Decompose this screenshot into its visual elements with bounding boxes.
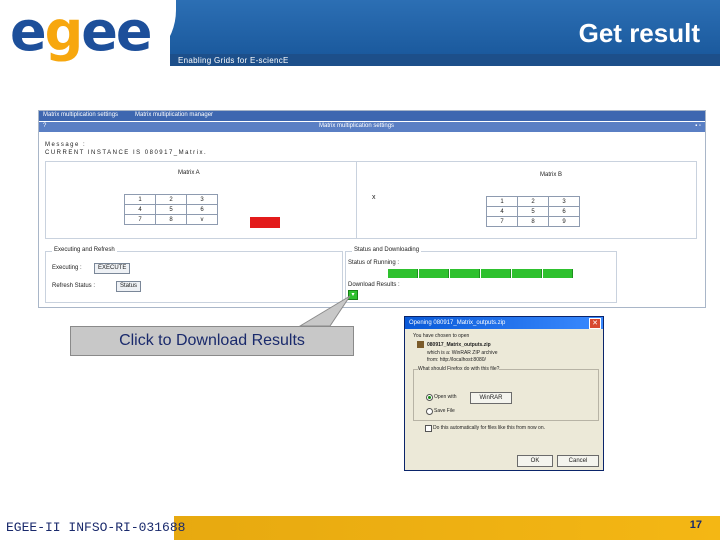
open-with-select[interactable]: WinRAR: [470, 392, 512, 404]
table-row: 1 2 3: [124, 194, 218, 205]
matrix-b-cell[interactable]: 7: [486, 216, 518, 227]
matrix-a-cell[interactable]: 8: [155, 214, 187, 225]
download-icon[interactable]: ▾: [348, 290, 358, 300]
matrix-a-cell[interactable]: 3: [186, 194, 218, 205]
matrix-a-cell[interactable]: 5: [155, 204, 187, 215]
message-label: Message :: [45, 142, 87, 148]
dialog-title-bar: Opening 080917_Matrix_outputs.zip ✕: [405, 317, 603, 329]
matrix-panel: Matrix A Matrix B x 1 2 3 4 5 6 7 8 v 1 …: [45, 161, 697, 239]
table-row: 4 5 6: [124, 204, 218, 215]
status-group: Status and Downloading Status of Running…: [345, 247, 617, 303]
cancel-button[interactable]: Cancel: [557, 455, 599, 467]
table-row: 7 8 9: [486, 216, 580, 227]
auto-checkbox[interactable]: [425, 425, 432, 432]
footer-bar: [174, 516, 720, 540]
tagline: Enabling Grids for E-sciencE: [178, 56, 289, 65]
auto-label: Do this automatically for files like thi…: [433, 425, 545, 431]
matrix-b-cell[interactable]: 1: [486, 196, 518, 207]
error-highlight: [250, 217, 280, 228]
status-progress-bar: [388, 269, 574, 278]
multiply-symbol: x: [372, 194, 376, 201]
app-window-bar: ? Matrix multiplication settings ▪ ▫: [39, 122, 705, 132]
dialog-file-source: from: http://localhost:8080/: [427, 357, 486, 363]
executing-group-title: Executing and Refresh: [52, 247, 117, 253]
progress-segment: [543, 269, 573, 278]
executing-group: Executing and Refresh Executing : EXECUT…: [45, 247, 343, 303]
matrix-b-cell[interactable]: 2: [517, 196, 549, 207]
status-button[interactable]: Status: [116, 281, 142, 292]
tab-settings[interactable]: Matrix multiplication settings: [43, 112, 118, 118]
refresh-label: Refresh Status :: [52, 283, 96, 289]
egee-logo: egee: [0, 0, 176, 70]
matrix-b-cell[interactable]: 5: [517, 206, 549, 217]
matrix-a-cell[interactable]: 6: [186, 204, 218, 215]
slide-header: egee Enabling Grids for E-sciencE Get re…: [0, 0, 720, 70]
panel-divider: [356, 162, 357, 238]
executing-label: Executing :: [52, 265, 82, 271]
open-with-label: Open with: [434, 394, 457, 400]
matrix-a-table: 1 2 3 4 5 6 7 8 v: [124, 194, 218, 225]
open-with-radio[interactable]: [426, 394, 433, 401]
matrix-a-cell[interactable]: 7: [124, 214, 156, 225]
table-row: 4 5 6: [486, 206, 580, 217]
app-screenshot: Matrix multiplication settings Matrix mu…: [38, 110, 706, 308]
page-number: 17: [689, 519, 702, 531]
progress-segment: [388, 269, 418, 278]
ok-button[interactable]: OK: [517, 455, 553, 467]
dialog-intro: You have chosen to open: [413, 333, 470, 339]
tab-manager[interactable]: Matrix multiplication manager: [135, 112, 213, 118]
progress-segment: [419, 269, 449, 278]
egee-logo-text: egee: [10, 0, 153, 63]
status-group-title: Status and Downloading: [352, 247, 422, 253]
window-title: Matrix multiplication settings: [319, 123, 395, 129]
progress-segment: [512, 269, 542, 278]
status-running-label: Status of Running :: [348, 260, 400, 266]
close-icon[interactable]: ✕: [589, 318, 601, 329]
help-icon[interactable]: ?: [43, 123, 46, 129]
save-file-label: Save File: [434, 408, 455, 414]
open-file-dialog: Opening 080917_Matrix_outputs.zip ✕ You …: [404, 316, 604, 471]
matrix-b-cell[interactable]: 6: [548, 206, 580, 217]
message-text: CURRENT INSTANCE IS 080917_Matrix.: [45, 150, 208, 156]
matrix-a-cell[interactable]: 1: [124, 194, 156, 205]
dialog-action-group: What should Firefox do with this file? O…: [413, 366, 599, 421]
download-label: Download Results :: [348, 282, 400, 288]
footer-project-id: EGEE-II INFSO-RI-031688: [6, 520, 186, 535]
save-file-radio[interactable]: [426, 408, 433, 415]
message-block: Message : CURRENT INSTANCE IS 080917_Mat…: [45, 141, 207, 157]
matrix-b-label: Matrix B: [540, 172, 563, 178]
dialog-title: Opening 080917_Matrix_outputs.zip: [409, 320, 506, 326]
window-controls-icon[interactable]: ▪ ▫: [695, 123, 701, 129]
matrix-b-cell[interactable]: 9: [548, 216, 580, 227]
dialog-question: What should Firefox do with this file?: [418, 366, 500, 372]
execute-button[interactable]: EXECUTE: [94, 263, 131, 274]
table-row: 1 2 3: [486, 196, 580, 207]
slide-title: Get result: [578, 18, 700, 48]
matrix-a-cell[interactable]: 2: [155, 194, 187, 205]
table-row: 7 8 v: [124, 214, 218, 225]
progress-segment: [450, 269, 480, 278]
matrix-a-label: Matrix A: [178, 170, 200, 176]
matrix-b-cell[interactable]: 3: [548, 196, 580, 207]
dialog-file-type: which is a: WinRAR ZIP archive: [427, 350, 498, 356]
matrix-b-table: 1 2 3 4 5 6 7 8 9: [486, 196, 580, 227]
zip-file-icon: [417, 341, 424, 348]
matrix-a-dropdown[interactable]: v: [186, 214, 218, 225]
app-tab-strip: Matrix multiplication settings Matrix mu…: [39, 111, 705, 121]
download-callout: Click to Download Results: [70, 326, 354, 356]
progress-segment: [481, 269, 511, 278]
matrix-b-cell[interactable]: 8: [517, 216, 549, 227]
matrix-a-cell[interactable]: 4: [124, 204, 156, 215]
matrix-b-cell[interactable]: 4: [486, 206, 518, 217]
dialog-filename: 080917_Matrix_outputs.zip: [427, 342, 491, 348]
